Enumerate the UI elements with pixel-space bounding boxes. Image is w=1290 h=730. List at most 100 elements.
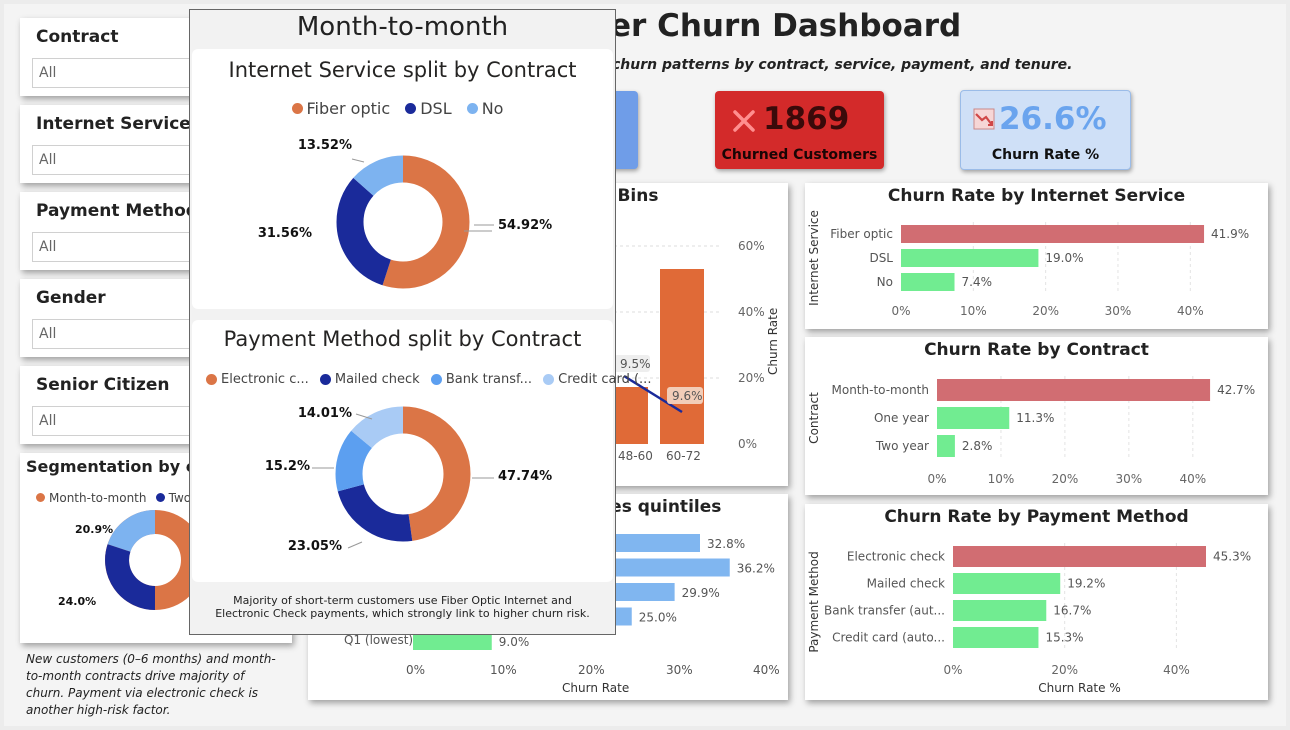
- category-label: Two year: [875, 439, 929, 453]
- churn-bar[interactable]: [937, 407, 1010, 429]
- slicer-dropdown[interactable]: All: [32, 145, 210, 175]
- x-tick: 30%: [1105, 304, 1132, 318]
- slicer-senior-citizen[interactable]: Senior Citizen All: [20, 366, 210, 444]
- x-tick: 40%: [1179, 472, 1206, 486]
- kpi-churned-label: Churned Customers: [721, 147, 878, 163]
- slicer-contract[interactable]: Contract All: [20, 18, 210, 96]
- category-label: One year: [874, 411, 929, 425]
- slicer-dropdown[interactable]: All: [32, 319, 210, 349]
- category-label: Fiber optic: [830, 227, 893, 241]
- slicer-internet-service[interactable]: Internet Service All: [20, 105, 210, 183]
- churn-bar[interactable]: [937, 379, 1211, 401]
- x-icon: [733, 110, 755, 132]
- kpi-churned-customers[interactable]: 1869 Churned Customers: [715, 91, 884, 169]
- category-label: No: [877, 275, 893, 289]
- leader-line: [351, 158, 365, 163]
- tenure-bar: [660, 269, 704, 444]
- churn-bar[interactable]: [953, 546, 1206, 567]
- churn-bar[interactable]: [901, 249, 1039, 267]
- slicer-gender[interactable]: Gender All: [20, 279, 210, 357]
- popup-footnote-line: Electronic Check payments, which strongl…: [215, 607, 590, 620]
- x-tick: 20%: [1032, 304, 1059, 318]
- churn-bar[interactable]: [901, 225, 1205, 243]
- data-label: 19.0%: [1045, 251, 1083, 265]
- slicer-title: Payment Method: [36, 201, 198, 221]
- point-label: 9.5%: [620, 357, 651, 371]
- kpi-rate-value: 26.6%: [999, 101, 1107, 137]
- x-tick: 40%: [753, 663, 780, 677]
- x-tick: 10%: [490, 663, 517, 677]
- x-tick: 0%: [927, 472, 946, 486]
- tenure-chart: 9.5% 9.6% 60% 40% 20% 0% Churn Rate 48-6…: [590, 239, 780, 463]
- x-tick: 60-72: [666, 449, 701, 463]
- data-label: 25.0%: [639, 611, 677, 625]
- point-label: 9.6%: [672, 389, 703, 403]
- y2-tick: 20%: [738, 371, 765, 385]
- data-label: 16.7%: [1053, 604, 1091, 618]
- x-tick: 10%: [988, 472, 1015, 486]
- churn-bar[interactable]: [953, 627, 1039, 648]
- slice-label: 54.92%: [498, 218, 552, 233]
- slicer-payment-method[interactable]: Payment Method All: [20, 192, 210, 270]
- slicer-value: All: [39, 326, 57, 342]
- slicer-dropdown[interactable]: All: [32, 406, 210, 436]
- y2-tick: 40%: [738, 305, 765, 319]
- slice-label: 31.56%: [258, 226, 312, 241]
- churn-bar[interactable]: [953, 573, 1061, 594]
- kpi-churn-rate[interactable]: 26.6% Churn Rate %: [960, 90, 1131, 170]
- trend-down-chart-icon: [973, 108, 995, 130]
- y2-tick: 60%: [738, 239, 765, 253]
- x-tick: 40%: [1177, 304, 1204, 318]
- x-tick: 30%: [666, 663, 693, 677]
- payment-split-donut: 47.74% 23.05% 15.2% 14.01%: [265, 406, 552, 554]
- internet-churn-card[interactable]: Churn Rate by Internet Service 0% 10% 20% 3…: [805, 183, 1268, 329]
- x-tick: 20%: [1051, 663, 1078, 677]
- churn-bar[interactable]: [901, 273, 955, 291]
- payment-churn-chart: 0% 20% 40% Electronic check 45.3% Mailed chec…: [807, 543, 1251, 695]
- category-label: Electronic check: [847, 550, 945, 564]
- category-label: Bank transfer (aut...: [824, 604, 945, 618]
- slicer-title: Gender: [36, 288, 106, 308]
- churn-bar[interactable]: [953, 600, 1047, 621]
- slice-label: 15.2%: [265, 459, 310, 474]
- x-tick: 0%: [891, 304, 910, 318]
- slicer-title: Contract: [36, 27, 119, 47]
- churn-bar[interactable]: [937, 435, 955, 457]
- slice-label: 13.52%: [298, 138, 352, 153]
- popup-footnote: Majority of short-term customers use Fib…: [190, 594, 615, 620]
- kpi-churned-value: 1869: [763, 101, 850, 137]
- y-axis-label: Contract: [807, 392, 821, 444]
- x-tick: 0%: [943, 663, 962, 677]
- x-axis-label: Churn Rate: [562, 681, 629, 695]
- segment-arc: [105, 544, 156, 610]
- x-tick: 20%: [578, 663, 605, 677]
- segment-label: 24.0%: [58, 595, 96, 608]
- slicer-value: All: [39, 152, 57, 168]
- popup-footnote-line: Majority of short-term customers use Fib…: [233, 594, 572, 607]
- internet-split-donut: 54.92% 31.56% 13.52%: [258, 138, 552, 289]
- dashboard-title: er Churn Dashboard: [610, 8, 962, 44]
- contract-churn-chart: 0% 10% 20% 30% 40% Month-to-month 42.7% One yea…: [807, 376, 1255, 486]
- category-label: Q1 (lowest): [344, 633, 413, 647]
- tenure-bar: [616, 387, 648, 444]
- contract-tooltip-popup: Month-to-month Internet Service split by…: [189, 9, 651, 635]
- x-tick: 48-60: [618, 449, 653, 463]
- data-label: 32.8%: [707, 537, 745, 551]
- data-label: 11.3%: [1016, 411, 1054, 425]
- x-tick: 0%: [406, 663, 425, 677]
- slicer-value: All: [39, 413, 57, 429]
- slicer-dropdown[interactable]: All: [32, 232, 210, 262]
- data-label: 9.0%: [499, 635, 530, 649]
- category-label: Month-to-month: [832, 383, 930, 397]
- data-label: 29.9%: [682, 586, 720, 600]
- x-tick: 20%: [1052, 472, 1079, 486]
- slice-label: 23.05%: [288, 539, 342, 554]
- contract-churn-card[interactable]: Churn Rate by Contract 0% 10% 20% 30% 40% Mon…: [805, 337, 1268, 495]
- y-axis-label: Payment Method: [807, 551, 821, 652]
- payment-split-card: Payment Method split by Contract Electro…: [192, 320, 651, 582]
- slicer-title: Senior Citizen: [36, 375, 170, 395]
- payment-churn-card[interactable]: Churn Rate by Payment Method 0% 20% 40% Ele…: [805, 504, 1268, 700]
- slicer-dropdown[interactable]: All: [32, 58, 210, 88]
- tenure-bins-card[interactable]: e Bins 9.5% 9.6% 60% 40% 20% 0% Churn Ra…: [590, 183, 788, 486]
- slicer-value: All: [39, 65, 57, 81]
